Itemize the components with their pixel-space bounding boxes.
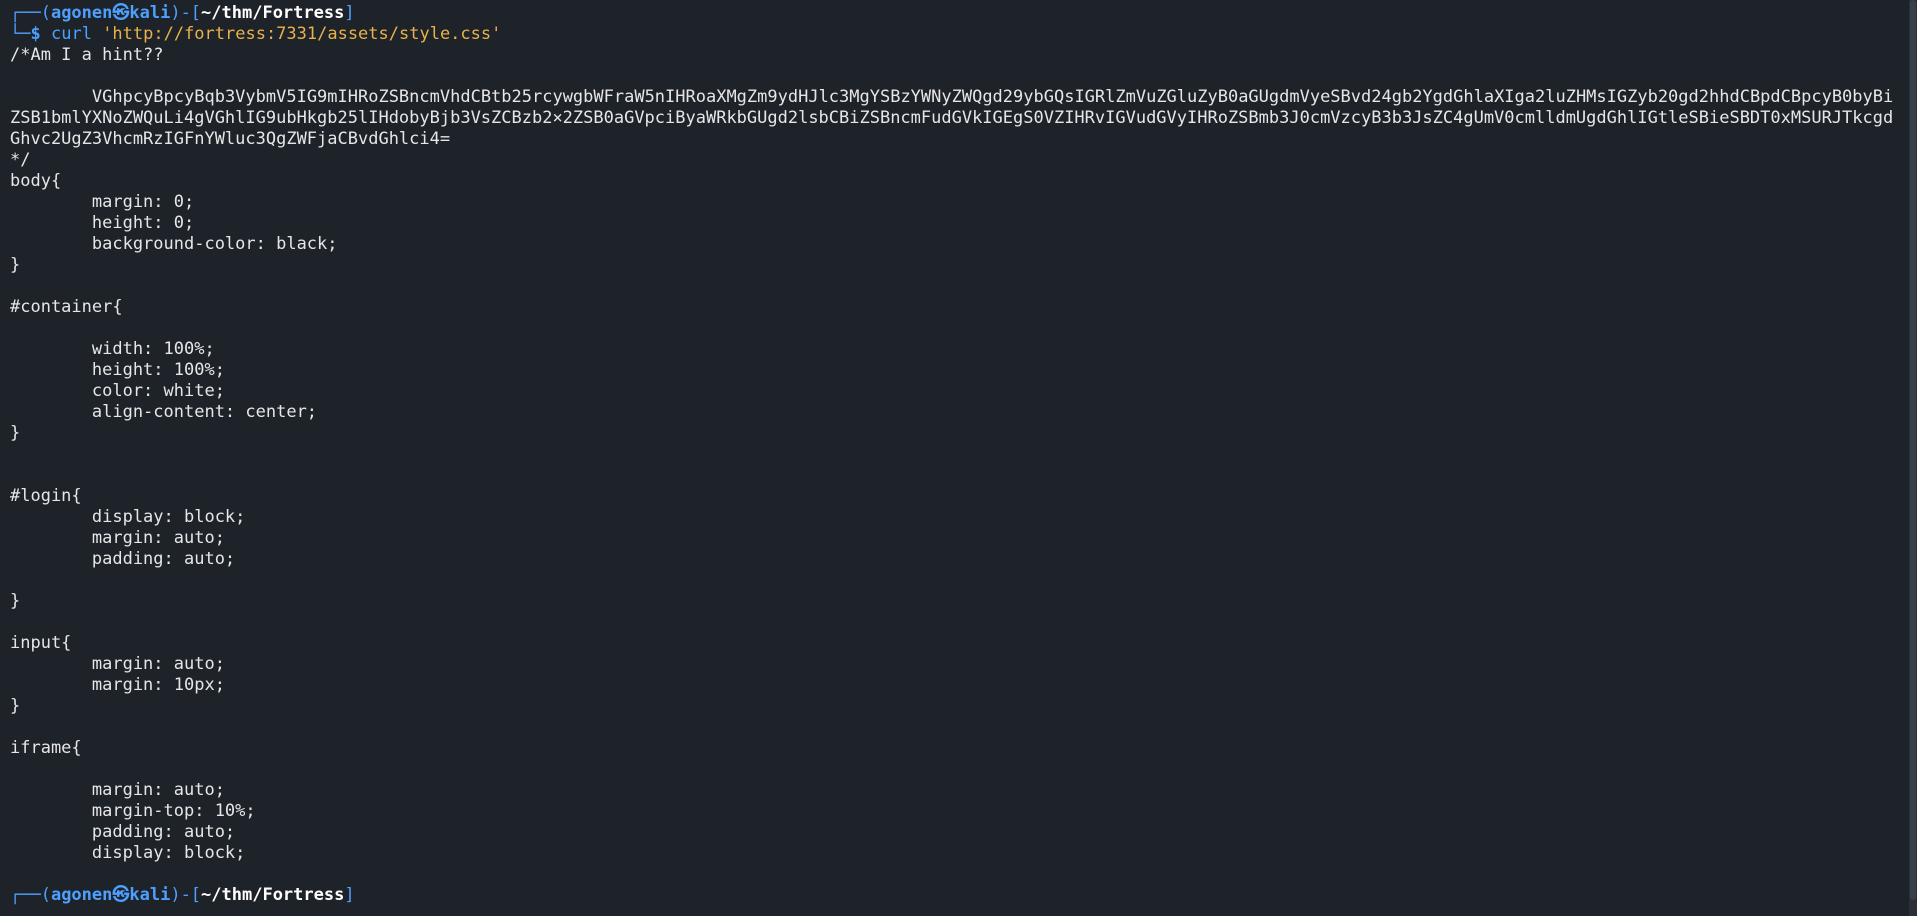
output-line: } [10, 423, 21, 443]
output-line: margin: 0; [10, 192, 195, 212]
prompt-host: kali [129, 3, 171, 23]
output-line: height: 0; [10, 213, 195, 233]
prompt-symbol: $ [30, 24, 41, 44]
output-line: width: 100%; [10, 339, 215, 359]
prompt-bracket-open: )-[ [170, 3, 202, 23]
output-line: input{ [10, 633, 72, 653]
command-line: └─$ curl 'http://fortress:7331/assets/st… [10, 24, 1917, 45]
terminal-window[interactable]: ┌──(agonen㉿kali)-[~/thm/Fortress] └─$ cu… [0, 0, 1917, 916]
output-line: */ [10, 150, 31, 170]
output-line: padding: auto; [10, 549, 236, 569]
output-line: #container{ [10, 297, 123, 317]
output-line: body{ [10, 171, 62, 191]
output-line: align-content: center; [10, 402, 318, 422]
prompt-bracket-open: )-[ [170, 885, 202, 905]
output-line-base64: VGhpcyBpcyBqb3VybmV5IG9mIHRoZSBncmVhdCBt… [10, 87, 1894, 149]
output-line: background-color: black; [10, 234, 338, 254]
output-line: iframe{ [10, 738, 82, 758]
command-name: curl [50, 24, 92, 44]
prompt-line-next: ┌──(agonen㉿kali)-[~/thm/Fortress] [10, 885, 1917, 906]
prompt-corner-bottom: └─ [10, 24, 31, 44]
output-line: margin: 10px; [10, 675, 225, 695]
prompt-bracket-close: ] [344, 885, 355, 905]
output-line: display: block; [10, 507, 246, 527]
prompt-corner-top: ┌──( [10, 3, 51, 23]
output-line: display: block; [10, 843, 246, 863]
prompt-corner-top: ┌──( [10, 885, 51, 905]
prompt-bracket-close: ] [344, 3, 355, 23]
prompt-path: ~/thm/Fortress [201, 885, 345, 905]
prompt-line-top: ┌──(agonen㉿kali)-[~/thm/Fortress] [10, 3, 1917, 24]
output-line: } [10, 696, 21, 716]
output-line: margin: auto; [10, 528, 225, 548]
prompt-host: kali [129, 885, 171, 905]
output-line: margin: auto; [10, 654, 225, 674]
output-line: margin: auto; [10, 780, 225, 800]
prompt-path: ~/thm/Fortress [201, 3, 345, 23]
output-line: } [10, 255, 21, 275]
prompt-at-symbol: ㉿ [112, 885, 130, 905]
output-line: padding: auto; [10, 822, 236, 842]
scrollbar[interactable] [1909, 0, 1917, 916]
output-line: margin-top: 10%; [10, 801, 256, 821]
output-line: height: 100%; [10, 360, 225, 380]
prompt-at-symbol: ㉿ [112, 3, 130, 23]
output-line: color: white; [10, 381, 225, 401]
command-argument: 'http://fortress:7331/assets/style.css' [102, 24, 502, 44]
prompt-user: agonen [50, 885, 113, 905]
scrollbar-thumb[interactable] [1910, 0, 1916, 900]
output-line: } [10, 591, 21, 611]
output-line: /*Am I a hint?? [10, 45, 164, 65]
prompt-user: agonen [50, 3, 113, 23]
output-line: #login{ [10, 486, 82, 506]
